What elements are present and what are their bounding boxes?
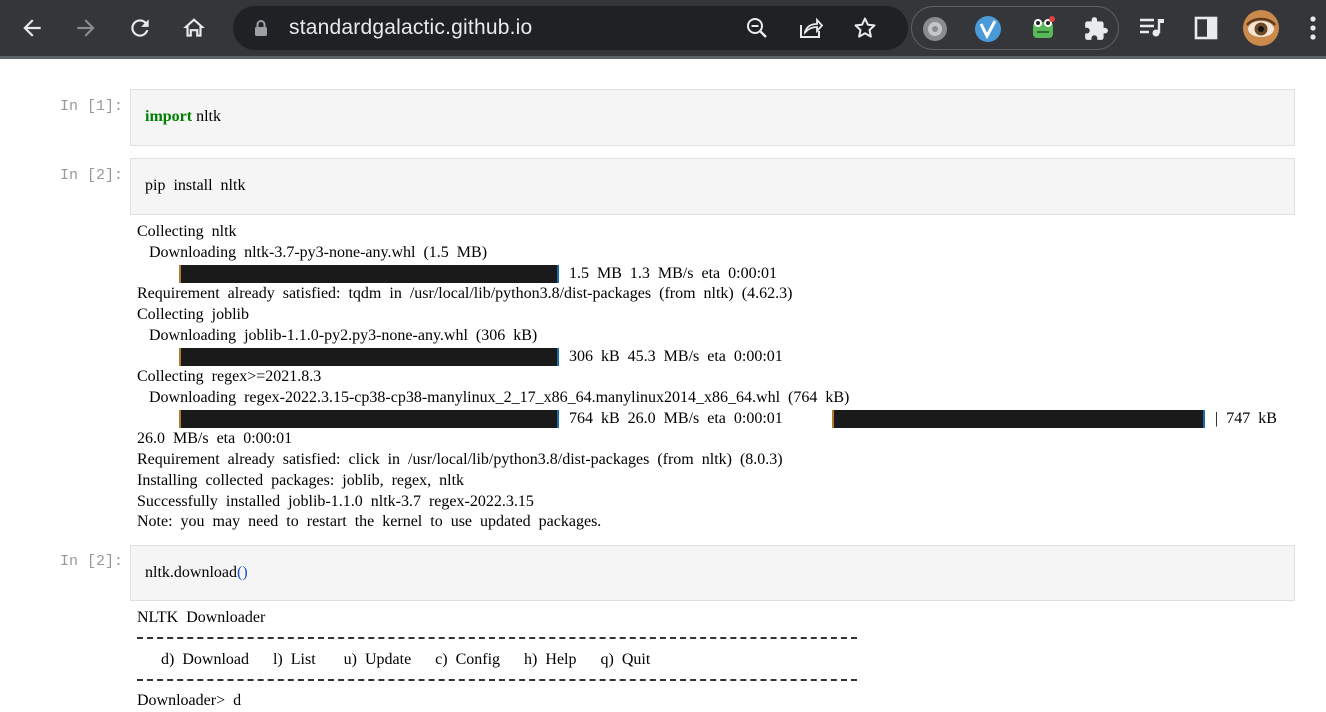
- progress-bar: [179, 265, 559, 283]
- reload-button[interactable]: [122, 10, 158, 46]
- arrow-right-icon: [77, 19, 95, 37]
- address-bar[interactable]: standardgalactic.github.io: [233, 6, 908, 50]
- output-line: Downloading joblib-1.1.0-py2.py3-none-an…: [137, 327, 538, 344]
- toolbar-divider: [0, 56, 1326, 59]
- profile-eye-icon: [1243, 10, 1279, 46]
- keyword: import: [145, 108, 193, 125]
- side-panel-button[interactable]: [1190, 12, 1222, 44]
- output-line: Requirement already satisfied: click in …: [137, 451, 783, 468]
- home-icon: [183, 18, 205, 37]
- output-line: Requirement already satisfied: tqdm in /…: [137, 285, 793, 302]
- back-button[interactable]: [14, 10, 50, 46]
- output-line: Collecting regex>=2021.8.3: [137, 368, 322, 385]
- output-line: 764 kB 26.0 MB/s eta 0:00:01: [569, 410, 783, 427]
- output-line: 306 kB 45.3 MB/s eta 0:00:01: [569, 348, 783, 365]
- code-text: pip install nltk: [145, 177, 246, 194]
- code-parens: (): [237, 564, 248, 581]
- output-line: | 747 kB: [1215, 410, 1277, 427]
- check-extension-icon: [975, 16, 1001, 42]
- output-line: NLTK Downloader: [137, 609, 266, 626]
- dashed-separator: [137, 637, 857, 639]
- forward-button[interactable]: [68, 10, 104, 46]
- media-queue-icon: [1140, 18, 1164, 37]
- frog-extension-icon: [1033, 16, 1055, 38]
- lock-icon: [255, 20, 267, 36]
- output-line: Downloader> d: [137, 692, 242, 709]
- reload-icon: [131, 19, 149, 37]
- share-button[interactable]: [797, 14, 825, 42]
- media-queue-button[interactable]: [1136, 12, 1168, 44]
- profile-avatar[interactable]: [1243, 10, 1279, 46]
- disc-extension-icon: [923, 17, 947, 41]
- code-identifier: nltk: [192, 108, 221, 125]
- extension-grey-button[interactable]: [921, 15, 949, 43]
- output-line: Downloading nltk-3.7-py3-none-any.whl (1…: [137, 244, 488, 261]
- output-line: 1.5 MB 1.3 MB/s eta 0:00:01: [569, 265, 778, 282]
- code-identifier: nltk.download: [145, 564, 237, 581]
- extensions-group: [911, 6, 1119, 50]
- bookmark-button[interactable]: [851, 14, 879, 42]
- dashed-separator: [137, 679, 857, 681]
- extensions-button[interactable]: [1082, 15, 1110, 43]
- output-line: Successfully installed joblib-1.1.0 nltk…: [137, 493, 534, 510]
- downloader-menu: d) Download l) List u) Update c) Config …: [137, 651, 651, 668]
- output-line: 26.0 MB/s eta 0:00:01: [137, 430, 293, 447]
- output-line: Collecting nltk: [137, 223, 237, 240]
- browser-toolbar: standardgalactic.github.io: [0, 0, 1326, 56]
- cell-prompt: In [2]:: [60, 553, 124, 570]
- code-cell[interactable]: nltk.download(): [130, 545, 1295, 601]
- output-line: Downloading regex-2022.3.15-cp38-cp38-ma…: [137, 389, 850, 406]
- zoom-out-icon: [747, 18, 767, 38]
- progress-bar: [179, 348, 559, 366]
- arrow-left-icon: [23, 19, 41, 37]
- code-text: import nltk: [145, 108, 221, 126]
- star-icon: [854, 17, 876, 38]
- extension-blue-button[interactable]: [974, 15, 1002, 43]
- share-icon: [800, 17, 824, 38]
- output-line: Note: you may need to restart the kernel…: [137, 513, 602, 530]
- output-line: Collecting joblib: [137, 306, 249, 323]
- code-text: nltk.download(): [145, 564, 248, 582]
- home-button[interactable]: [176, 10, 212, 46]
- puzzle-icon: [1085, 17, 1108, 40]
- code-cell[interactable]: pip install nltk: [130, 158, 1295, 215]
- progress-bar: [179, 410, 559, 428]
- cell-prompt: In [1]:: [60, 98, 124, 115]
- browser-menu-button[interactable]: [1300, 12, 1326, 44]
- output-line: Installing collected packages: joblib, r…: [137, 472, 465, 489]
- extension-frog-button[interactable]: [1029, 15, 1057, 43]
- side-panel-icon: [1194, 16, 1218, 40]
- progress-bar: [832, 410, 1205, 428]
- cell-prompt: In [2]:: [60, 167, 124, 184]
- code-cell[interactable]: import nltk: [130, 89, 1295, 146]
- url-text: standardgalactic.github.io: [289, 16, 533, 39]
- kebab-menu-icon: [1310, 16, 1316, 40]
- zoom-button[interactable]: [743, 14, 771, 42]
